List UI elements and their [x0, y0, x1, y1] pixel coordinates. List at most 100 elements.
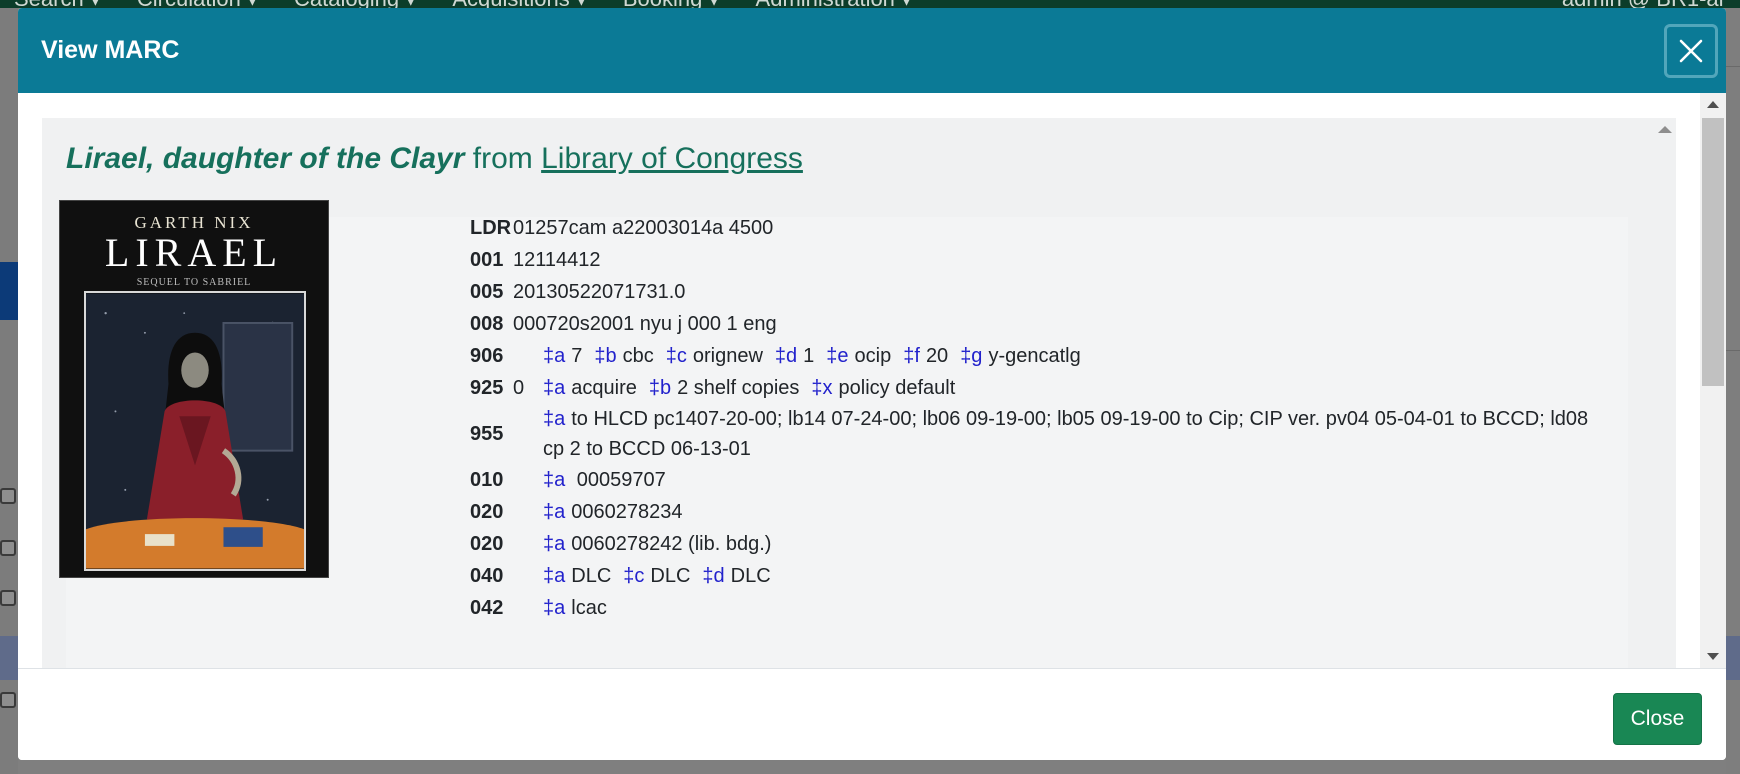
cover-title: LIRAEL	[104, 230, 284, 275]
background-left-edge	[0, 8, 18, 774]
marc-field-row: 042 ‡a lcac	[470, 592, 1590, 624]
subfield-value: DLC	[650, 565, 691, 587]
close-button[interactable]: Close	[1613, 693, 1702, 745]
marc-subfields: ‡a lcac	[543, 592, 1590, 624]
marc-tag: 020	[470, 501, 504, 523]
marc-subfields: ‡a to HLCD pc1407-20-00; lb14 07-24-00; l…	[513, 404, 1590, 464]
subfield-code: ‡a	[543, 565, 566, 587]
marc-field-row: 925 0 ‡a acquire ‡b 2 shelf copies ‡x policy de…	[470, 372, 1590, 404]
modal-close-button[interactable]	[1664, 24, 1718, 78]
background-button	[0, 262, 18, 320]
marc-field-row: 001 12114412	[470, 244, 1590, 276]
subfield-value: 1	[803, 345, 815, 367]
subfield-value: 0060278242 (lib. bdg.)	[571, 533, 772, 555]
close-icon	[1679, 39, 1703, 63]
marc-control-value: 000720s2001 nyu j 000 1 eng	[513, 313, 777, 335]
marc-field-row: LDR 01257cam a22003014a 4500	[470, 212, 1590, 244]
marc-subfields: ‡a DLC ‡c DLC ‡d DLC	[543, 560, 1590, 592]
marc-tag: LDR	[470, 217, 512, 239]
marc-tag: 955	[470, 423, 504, 445]
marc-tag: 005	[470, 281, 504, 303]
marc-subfields: ‡a 0060278242 (lib. bdg.)	[543, 528, 1590, 560]
inner-scroll-up-arrow[interactable]	[1658, 126, 1672, 133]
record-source-link[interactable]: Library of Congress	[541, 142, 803, 175]
subfield-value: 20	[925, 345, 949, 367]
background-nav-item: Search ▾	[14, 0, 101, 8]
marc-field-row: 010 ‡a 00059707	[470, 464, 1590, 496]
background-nav-item: Administration ▾	[756, 0, 913, 8]
marc-tag: 925	[470, 377, 504, 399]
subfield-code: ‡d	[774, 345, 798, 367]
marc-field-row: 906 ‡a 7 ‡b cbc ‡c orignew ‡d 1 ‡e ocip ‡f 20 ‡g y-gen…	[470, 340, 1590, 372]
subfield-code: ‡a	[543, 533, 566, 555]
subfield-value: to HLCD pc1407-20-00; lb14 07-24-00; lb0…	[543, 408, 1589, 460]
record-title: Lirael, daughter of the Clayr	[66, 142, 465, 175]
cover-subtitle: SEQUEL TO SABRIEL	[136, 277, 252, 288]
subfield-code: ‡a	[543, 597, 566, 619]
subfield-value: policy default	[838, 377, 956, 399]
marc-tag: 040	[470, 565, 504, 587]
subfield-code: ‡x	[811, 377, 833, 399]
cover-illustration	[84, 291, 306, 571]
background-selected-row	[0, 636, 18, 680]
subfield-value: y-gencatlg	[988, 345, 1081, 367]
subfield-code: ‡g	[960, 345, 983, 367]
marc-subfields: ‡a 00059707	[543, 464, 1590, 496]
scrollbar-thumb[interactable]	[1702, 118, 1724, 386]
background-user-menu: admin @ BR1-ar	[1562, 0, 1726, 8]
subfield-value: 2 shelf copies	[677, 377, 800, 399]
marc-subfields: ‡a 0060278234	[543, 496, 1590, 528]
modal-footer: Close	[18, 668, 1726, 760]
marc-tag: 020	[470, 533, 504, 555]
background-checkbox	[0, 540, 16, 556]
subfield-code: ‡f	[903, 345, 920, 367]
book-cover-image: GARTH NIX LIRAEL SEQUEL TO SABRIEL	[59, 200, 329, 578]
subfield-code: ‡c	[665, 345, 687, 367]
marc-subfields: ‡a acquire ‡b 2 shelf copies ‡x policy defaul…	[543, 372, 1590, 404]
subfield-value: DLC	[571, 565, 612, 587]
marc-control-value: 12114412	[513, 249, 601, 271]
background-nav-item: Acquisitions ▾	[452, 0, 587, 8]
subfield-code: ‡c	[623, 565, 645, 587]
background-right-edge	[1726, 8, 1740, 774]
scroll-down-arrow[interactable]	[1707, 653, 1719, 660]
marc-field-row: 040 ‡a DLC ‡c DLC ‡d DLC	[470, 560, 1590, 592]
modal-title: View MARC	[41, 36, 180, 64]
marc-field-row: 020 ‡a 0060278242 (lib. bdg.)	[470, 528, 1590, 560]
subfield-value: cbc	[622, 345, 654, 367]
marc-tag: 008	[470, 313, 504, 335]
background-checkbox	[0, 590, 16, 606]
subfield-value: 7	[571, 345, 583, 367]
scroll-up-arrow[interactable]	[1707, 101, 1719, 108]
subfield-code: ‡a	[543, 377, 566, 399]
marc-tag: 906	[470, 345, 504, 367]
background-nav-item: Circulation ▾	[137, 0, 258, 8]
modal-scrollbar[interactable]	[1700, 93, 1726, 668]
modal-body: Lirael, daughter of the Clayr from Libra…	[18, 93, 1726, 668]
marc-subfields: ‡a 7 ‡b cbc ‡c orignew ‡d 1 ‡e ocip ‡f 20 ‡g y-gencat…	[543, 340, 1590, 372]
marc-field-row: 020 ‡a 0060278234	[470, 496, 1590, 528]
background-checkbox	[0, 488, 16, 504]
marc-field-row: 008 000720s2001 nyu j 000 1 eng	[470, 308, 1590, 340]
marc-tag: 001	[470, 249, 504, 271]
marc-indicator: 0	[513, 377, 525, 399]
subfield-value: acquire	[571, 377, 637, 399]
subfield-code: ‡a	[543, 469, 566, 491]
background-navbar: Search ▾ Circulation ▾ Cataloging ▾ Acquisi…	[0, 0, 1740, 8]
marc-field-row: 005 20130522071731.0	[470, 276, 1590, 308]
subfield-code: ‡b	[648, 377, 672, 399]
background-nav-item: Booking ▾	[623, 0, 720, 8]
marc-tag: 042	[470, 597, 504, 619]
subfield-value: lcac	[571, 597, 607, 619]
subfield-code: ‡a	[543, 501, 566, 523]
marc-tag: 010	[470, 469, 504, 491]
subfield-code: ‡e	[826, 345, 849, 367]
marc-control-value: 01257cam a22003014a 4500	[513, 217, 774, 239]
background-nav-item: Cataloging ▾	[294, 0, 416, 8]
record-heading: Lirael, daughter of the Clayr from Libra…	[66, 142, 803, 176]
subfield-value: 00059707	[571, 469, 666, 491]
subfield-code: ‡d	[702, 565, 725, 587]
subfield-value: orignew	[692, 345, 763, 367]
modal-header: View MARC	[18, 8, 1726, 93]
subfield-code: ‡a	[543, 408, 566, 430]
